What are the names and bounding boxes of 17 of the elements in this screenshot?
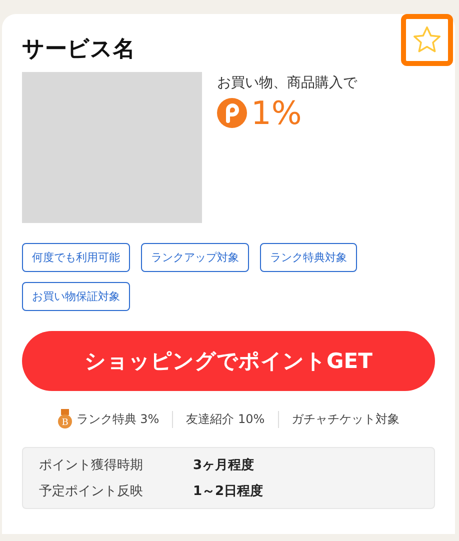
service-title: サービス名 bbox=[22, 36, 135, 64]
perk-label: ランク特典 3% bbox=[76, 410, 160, 428]
perk-label: 友達紹介 10% bbox=[186, 410, 265, 428]
feature-tag: 何度でも利用可能 bbox=[22, 243, 130, 272]
feature-tag: ランクアップ対象 bbox=[141, 243, 249, 272]
info-value: 1～2日程度 bbox=[193, 482, 264, 500]
reward-rate: 1% bbox=[251, 94, 302, 132]
info-label: ポイント獲得時期 bbox=[39, 457, 144, 474]
info-value: 3ヶ月程度 bbox=[193, 456, 254, 474]
feature-tag: ランク特典対象 bbox=[260, 243, 357, 272]
favorite-button[interactable] bbox=[401, 14, 453, 66]
perk-label: ガチャチケット対象 bbox=[292, 410, 400, 428]
shopping-button[interactable]: ショッピングでポイントGET bbox=[22, 331, 435, 391]
info-label: 予定ポイント反映 bbox=[39, 483, 144, 500]
feature-tag: お買い物保証対象 bbox=[22, 282, 130, 311]
point-icon bbox=[217, 98, 247, 128]
reward-caption: お買い物、商品購入で bbox=[217, 74, 357, 92]
